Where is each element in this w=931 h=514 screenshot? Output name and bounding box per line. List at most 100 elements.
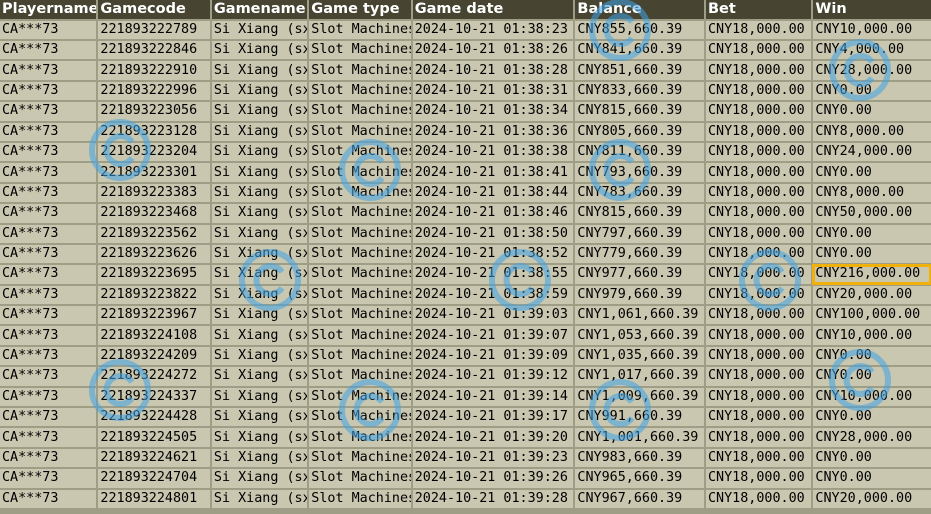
cell-game-date: 2024-10-21 01:38:50 [412,224,574,243]
cell-playername: CA***73 [0,142,97,162]
cell-gamecode: 221893224801 [98,489,210,508]
cell-game-type: Slot Machines [309,489,411,508]
cell-gamename: Si Xiang (sx) [211,326,308,345]
cell-gamename: Si Xiang (sx) [211,428,308,447]
cell-game-type: Slot Machines [309,40,411,60]
cell-gamecode: 221893223204 [98,142,210,162]
cell-game-type: Slot Machines [309,163,411,182]
cell-win: CNY20,000.00 [813,489,931,508]
cell-bet: CNY18,000.00 [705,163,812,182]
cell-game-date: 2024-10-21 01:39:20 [412,428,574,447]
table-row[interactable]: CA***73221893222996Si Xiang (sx)Slot Mac… [0,81,931,101]
cell-playername: CA***73 [0,61,97,80]
cell-playername: CA***73 [0,448,97,468]
cell-balance: CNY855,660.39 [575,20,704,39]
cell-balance: CNY1,001,660.39 [575,428,704,447]
column-header-gamename[interactable]: Gamename [211,0,308,19]
cell-playername: CA***73 [0,224,97,243]
cell-game-type: Slot Machines [309,265,411,284]
cell-win: CNY20,000.00 [813,285,931,305]
cell-game-date: 2024-10-21 01:38:52 [412,244,574,264]
cell-game-date: 2024-10-21 01:39:07 [412,326,574,345]
cell-gamecode: 221893224704 [98,469,210,488]
table-row[interactable]: CA***73221893223695Si Xiang (sx)Slot Mac… [0,264,931,285]
cell-game-date: 2024-10-21 01:39:28 [412,489,574,508]
cell-balance: CNY1,061,660.39 [575,306,704,325]
cell-gamecode: 221893223056 [98,102,210,121]
column-header-game-type[interactable]: Game type [309,0,411,19]
table-row[interactable]: CA***73221893222910Si Xiang (sx)Slot Mac… [0,61,931,80]
cell-bet: CNY18,000.00 [705,244,812,264]
table-row[interactable]: CA***73221893222846Si Xiang (sx)Slot Mac… [0,40,931,60]
table-row[interactable]: CA***73221893224801Si Xiang (sx)Slot Mac… [0,489,931,508]
table-row[interactable]: CA***73221893223056Si Xiang (sx)Slot Mac… [0,102,931,121]
cell-bet: CNY18,000.00 [705,265,812,284]
table-row[interactable]: CA***73221893223204Si Xiang (sx)Slot Mac… [0,142,931,162]
column-header-bet[interactable]: Bet [705,0,812,19]
cell-win: CNY0.00 [813,408,931,427]
game-records-table: Playername Gamecode Gamename Game type G… [0,0,931,510]
table-row[interactable]: CA***73221893223967Si Xiang (sx)Slot Mac… [0,306,931,325]
cell-game-date: 2024-10-21 01:39:14 [412,387,574,407]
cell-game-date: 2024-10-21 01:39:03 [412,306,574,325]
cell-playername: CA***73 [0,489,97,508]
column-header-win[interactable]: Win [813,0,931,19]
cell-balance: CNY851,660.39 [575,61,704,80]
table-row[interactable]: CA***73221893224272Si Xiang (sx)Slot Mac… [0,367,931,386]
cell-game-date: 2024-10-21 01:38:46 [412,204,574,223]
cell-gamename: Si Xiang (sx) [211,122,308,141]
table-row[interactable]: CA***73221893223468Si Xiang (sx)Slot Mac… [0,204,931,223]
cell-game-type: Slot Machines [309,122,411,141]
table-header-row: Playername Gamecode Gamename Game type G… [0,0,931,19]
table-row[interactable]: CA***73221893224505Si Xiang (sx)Slot Mac… [0,428,931,447]
cell-game-date: 2024-10-21 01:38:59 [412,285,574,305]
cell-balance: CNY1,035,660.39 [575,346,704,366]
table-row[interactable]: CA***73221893223383Si Xiang (sx)Slot Mac… [0,183,931,203]
column-header-gamecode[interactable]: Gamecode [98,0,210,19]
cell-balance: CNY841,660.39 [575,40,704,60]
table-row[interactable]: CA***73221893223128Si Xiang (sx)Slot Mac… [0,122,931,141]
cell-game-date: 2024-10-21 01:38:44 [412,183,574,203]
column-header-game-date[interactable]: Game date [412,0,574,19]
cell-gamecode: 221893224428 [98,408,210,427]
table-row[interactable]: CA***73221893223301Si Xiang (sx)Slot Mac… [0,163,931,182]
cell-balance: CNY1,017,660.39 [575,367,704,386]
cell-game-date: 2024-10-21 01:38:36 [412,122,574,141]
cell-win: CNY0.00 [813,102,931,121]
table-row[interactable]: CA***73221893224108Si Xiang (sx)Slot Mac… [0,326,931,345]
cell-balance: CNY779,660.39 [575,244,704,264]
cell-bet: CNY18,000.00 [705,122,812,141]
column-header-playername[interactable]: Playername [0,0,97,19]
cell-bet: CNY18,000.00 [705,285,812,305]
cell-game-date: 2024-10-21 01:38:38 [412,142,574,162]
cell-gamename: Si Xiang (sx) [211,244,308,264]
cell-game-date: 2024-10-21 01:38:34 [412,102,574,121]
cell-bet: CNY18,000.00 [705,387,812,407]
cell-playername: CA***73 [0,428,97,447]
cell-gamecode: 221893224621 [98,448,210,468]
cell-bet: CNY18,000.00 [705,183,812,203]
cell-bet: CNY18,000.00 [705,20,812,39]
table-row[interactable]: CA***73221893223822Si Xiang (sx)Slot Mac… [0,285,931,305]
cell-playername: CA***73 [0,326,97,345]
cell-balance: CNY815,660.39 [575,102,704,121]
table-row[interactable]: CA***73221893224209Si Xiang (sx)Slot Mac… [0,346,931,366]
cell-game-type: Slot Machines [309,448,411,468]
cell-balance: CNY1,009,660.39 [575,387,704,407]
cell-balance: CNY783,660.39 [575,183,704,203]
table-row[interactable]: CA***73221893224337Si Xiang (sx)Slot Mac… [0,387,931,407]
cell-playername: CA***73 [0,163,97,182]
cell-win-highlighted: CNY216,000.00 [812,264,931,285]
cell-gamename: Si Xiang (sx) [211,20,308,39]
table-row[interactable]: CA***73221893223562Si Xiang (sx)Slot Mac… [0,224,931,243]
cell-bet: CNY18,000.00 [705,448,812,468]
table-row[interactable]: CA***73221893224428Si Xiang (sx)Slot Mac… [0,408,931,427]
table-row[interactable]: CA***73221893222789Si Xiang (sx)Slot Mac… [0,20,931,39]
table-row[interactable]: CA***73221893224704Si Xiang (sx)Slot Mac… [0,469,931,488]
cell-balance: CNY797,660.39 [575,224,704,243]
column-header-balance[interactable]: Balance [575,0,704,19]
cell-game-type: Slot Machines [309,183,411,203]
cell-gamename: Si Xiang (sx) [211,61,308,80]
table-row[interactable]: CA***73221893224621Si Xiang (sx)Slot Mac… [0,448,931,468]
table-row[interactable]: CA***73221893223626Si Xiang (sx)Slot Mac… [0,244,931,264]
